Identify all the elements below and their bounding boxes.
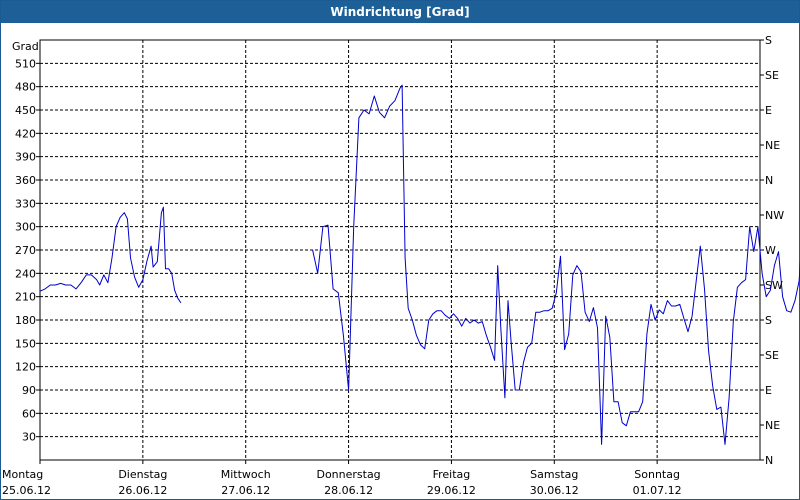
y-tick-labels: 30 60 90 120 150 180 210 240 270 300 330 360 390 420 4… — [15, 57, 36, 443]
y-tick-label: 300 — [15, 221, 36, 234]
y-tick-label: 150 — [15, 337, 36, 350]
x-tick-date-label: 28.06.12 — [324, 484, 373, 497]
y2-tick-labels: N NE E SE S SW W NW N NE E SE S — [765, 34, 784, 467]
y2-tick-label: NE — [765, 139, 780, 152]
series-line-segment — [39, 206, 182, 304]
x-tick-day-label: Sonntag — [634, 468, 680, 481]
y-tick-label: 30 — [22, 431, 36, 444]
x-tick-labels: Montag 25.06.12 Dienstag 26.06.12 Mittwoch 27… — [2, 468, 682, 497]
x-tick-date-label: 26.06.12 — [118, 484, 167, 497]
x-tick-day-label: Donnerstag — [316, 468, 380, 481]
wind-direction-chart: Grad 30 60 90 120 150 180 210 240 270 300 330 360 39… — [2, 34, 800, 497]
y-tick-label: 210 — [15, 291, 36, 304]
y2-tick-label: NE — [765, 419, 780, 432]
y2-tick-label: N — [765, 454, 773, 467]
y2-tick-label: SW — [765, 279, 783, 292]
y-tick-label: 180 — [15, 314, 36, 327]
y2-tick-label: NW — [765, 209, 784, 222]
x-tick-date-label: 29.06.12 — [427, 484, 476, 497]
y-tick-label: 390 — [15, 151, 36, 164]
x-tick-day-label: Montag — [2, 468, 43, 481]
y2-tick-label: SE — [765, 69, 779, 82]
x-tick-day-label: Mittwoch — [221, 468, 271, 481]
y2-tick-label: E — [765, 384, 772, 397]
x-tick-date-label: 27.06.12 — [221, 484, 270, 497]
y-tick-label: 450 — [15, 104, 36, 117]
y-tick-label: 420 — [15, 127, 36, 140]
x-tick-day-label: Dienstag — [118, 468, 167, 481]
y2-tick-label: S — [765, 34, 772, 47]
series-line-segment — [312, 84, 800, 445]
y-tick-label: 120 — [15, 361, 36, 374]
y2-tick-label: N — [765, 174, 773, 187]
series-group — [39, 84, 800, 445]
y2-tick-label: W — [765, 244, 776, 257]
x-tick-day-label: Freitag — [433, 468, 471, 481]
y-tick-label: 90 — [22, 384, 36, 397]
y-tick-label: 330 — [15, 197, 36, 210]
y-tick-label: 240 — [15, 267, 36, 280]
x-tick-date-label: 01.07.12 — [633, 484, 682, 497]
y-tick-label: 270 — [15, 244, 36, 257]
y-axis-label: Grad — [12, 40, 39, 53]
grid-lines — [36, 39, 764, 464]
y-tick-label: 60 — [22, 407, 36, 420]
x-tick-date-label: 30.06.12 — [530, 484, 579, 497]
y-tick-label: 360 — [15, 174, 36, 187]
y-tick-label: 510 — [15, 57, 36, 70]
y2-tick-label: S — [765, 314, 772, 327]
y2-tick-label: SE — [765, 349, 779, 362]
y2-tick-label: E — [765, 104, 772, 117]
x-tick-date-label: 25.06.12 — [2, 484, 51, 497]
x-tick-day-label: Samstag — [530, 468, 578, 481]
y-tick-label: 480 — [15, 81, 36, 94]
